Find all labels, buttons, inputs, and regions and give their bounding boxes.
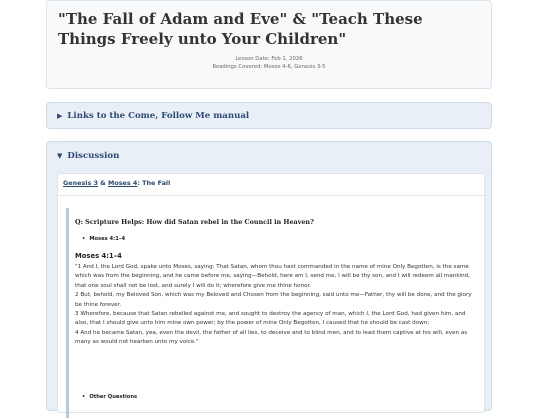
question-text: Q: Scripture Helps: How did Satan rebel … [75,218,314,226]
subsection-heading: Genesis 3 & Moses 4: The Fall [63,179,170,187]
lesson-date: Lesson Date: Feb 1, 2026 [235,56,303,62]
verse: 4 And he became Satan, yea, even the dev… [75,329,468,346]
triangle-right-icon: ▶ [57,111,63,120]
discussion-toggle[interactable]: ▼ Discussion [57,142,119,169]
other-questions-item[interactable]: Other Questions [82,394,137,400]
triangle-down-icon: ▼ [57,151,63,160]
scripture-passage: "1 And I, the Lord God, spake unto Moses… [75,263,479,348]
passage-title: Moses 4:1–4 [75,252,122,260]
question-block: Q: Scripture Helps: How did Satan rebel … [66,208,486,418]
scripture-ref-item[interactable]: Moses 4:1–4 [82,236,125,242]
discussion-panel: Genesis 3 & Moses 4: The Fall Q: Scriptu… [57,173,485,418]
links-section-toggle[interactable]: ▶ Links to the Come, Follow Me manual [57,103,249,128]
verse: "1 And I, the Lord God, spake unto Moses… [75,264,471,289]
subsection-suffix: : The Fall [137,179,171,187]
verse: 3 Wherefore, because that Satan rebelled… [75,311,466,327]
discussion-label: Discussion [67,150,120,161]
ampersand: & [100,179,106,187]
links-section[interactable]: ▶ Links to the Come, Follow Me manual [46,102,492,129]
verse: 2 But, behold, my Beloved Son, which was… [75,292,472,308]
links-section-label: Links to the Come, Follow Me manual [67,110,250,121]
discussion-section: ▼ Discussion Genesis 3 & Moses 4: The Fa… [46,141,492,418]
readings-covered: Readings Covered: Moses 4-6, Genesis 3-5 [212,64,326,70]
moses-4-link[interactable]: Moses 4 [108,179,137,187]
lesson-header-card: "The Fall of Adam and Eve" & "Teach Thes… [46,0,492,89]
lesson-title: "The Fall of Adam and Eve" & "Teach Thes… [58,10,423,48]
divider [58,195,484,196]
genesis-3-link[interactable]: Genesis 3 [63,179,98,187]
